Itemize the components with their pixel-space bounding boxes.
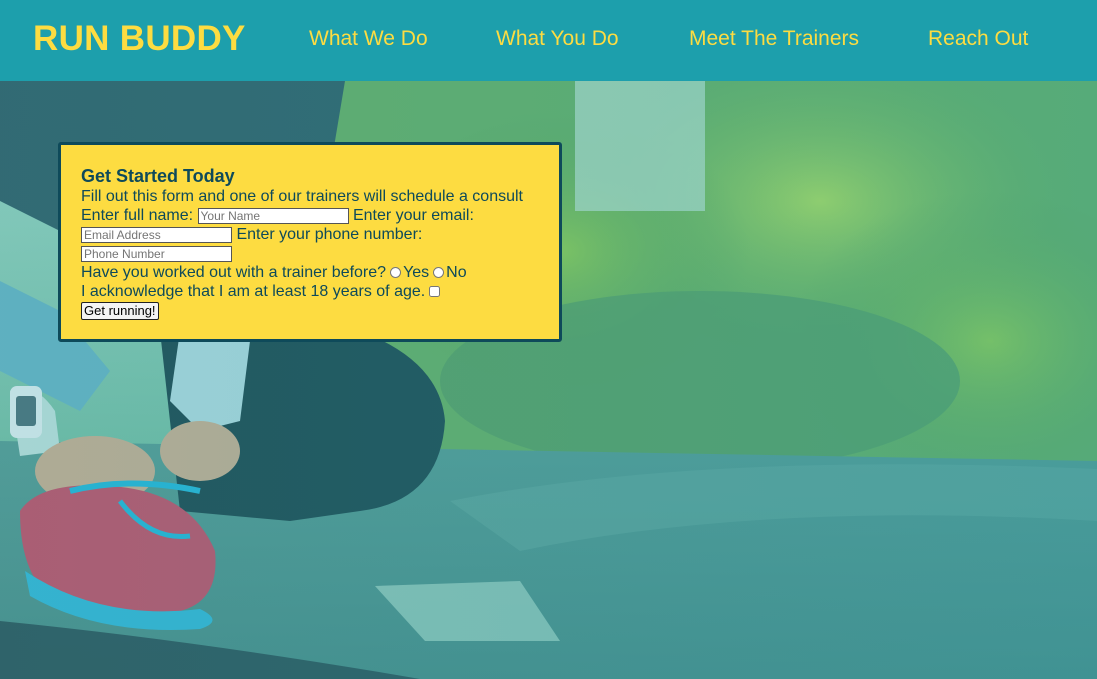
email-input[interactable] bbox=[81, 226, 232, 243]
page: RUN BUDDY What We Do What You Do Meet Th… bbox=[0, 0, 1097, 679]
signup-form: Enter full name: Enter your email: Enter… bbox=[81, 206, 540, 320]
nav-link-meet-the-trainers[interactable]: Meet The Trainers bbox=[689, 26, 859, 52]
trainer-no-label: No bbox=[446, 264, 467, 281]
nav-link-what-we-do[interactable]: What We Do bbox=[309, 26, 428, 52]
signup-form-card: Get Started Today Fill out this form and… bbox=[58, 142, 562, 342]
site-header: RUN BUDDY What We Do What You Do Meet Th… bbox=[0, 0, 1097, 81]
age-acknowledgement-label: I acknowledge that I am at least 18 year… bbox=[81, 283, 426, 300]
age-acknowledgement-checkbox[interactable] bbox=[429, 286, 441, 298]
form-title: Get Started Today bbox=[81, 166, 235, 186]
trainer-no-radio[interactable] bbox=[433, 267, 445, 279]
trainer-yes-radio[interactable] bbox=[390, 267, 402, 279]
name-input[interactable] bbox=[197, 207, 349, 224]
phone-label: Enter your phone number: bbox=[236, 226, 423, 243]
form-subtitle: Fill out this form and one of our traine… bbox=[81, 188, 523, 205]
phone-input[interactable] bbox=[81, 245, 232, 262]
trainer-question: Have you worked out with a trainer befor… bbox=[81, 264, 387, 281]
nav-link-what-you-do[interactable]: What You Do bbox=[496, 26, 619, 52]
site-logo[interactable]: RUN BUDDY bbox=[33, 19, 246, 59]
name-label: Enter full name: bbox=[81, 207, 194, 224]
email-label: Enter your email: bbox=[352, 207, 474, 224]
nav-link-reach-out[interactable]: Reach Out bbox=[928, 26, 1028, 52]
trainer-yes-label: Yes bbox=[403, 264, 430, 281]
get-running-button[interactable]: Get running! bbox=[81, 302, 159, 320]
